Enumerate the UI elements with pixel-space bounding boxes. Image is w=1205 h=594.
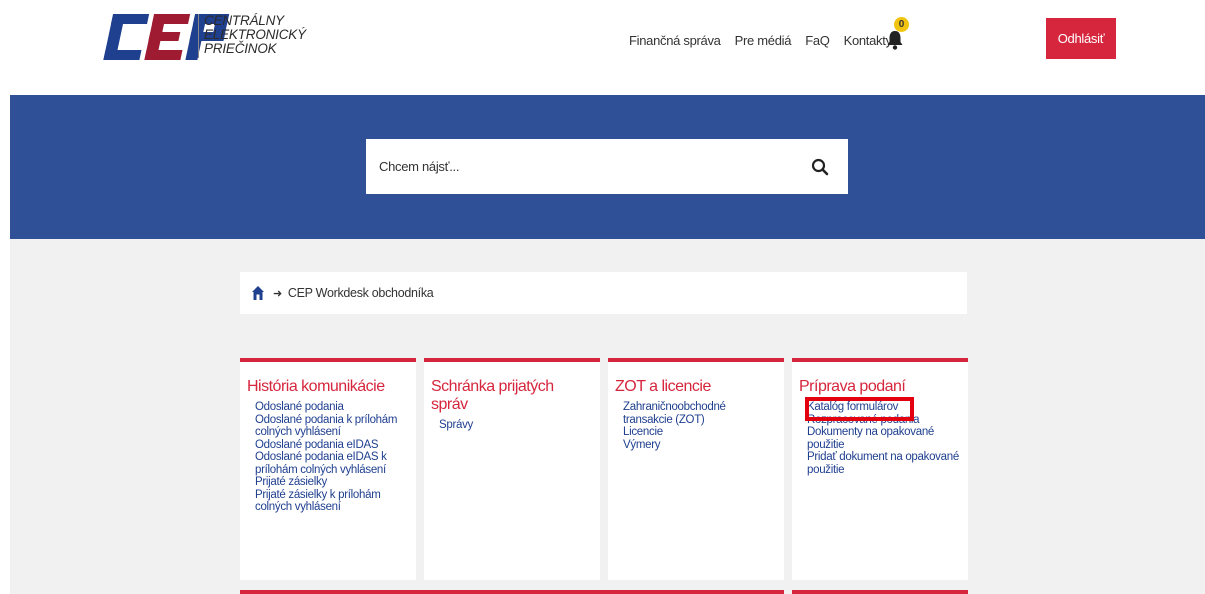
logo-line-1: CENTRÁLNY [204, 13, 284, 28]
card-zot-a-licencie: ZOT a licencie Zahraničnoobchodné transa… [608, 358, 784, 580]
page: CENTRÁLNY ELEKTRONICKÝ PRIEČINOK Finančn… [10, 0, 1205, 594]
link-prijate-zasielky-prilohy[interactable]: Prijaté zásielky k prílohám colných vyhl… [255, 489, 381, 514]
breadcrumb-current: CEP Workdesk obchodníka [287, 286, 434, 300]
link-rozpracovane-podania[interactable]: Rozpracované podania [807, 414, 920, 426]
card-title: História komunikácie [247, 378, 385, 395]
link-zot[interactable]: Zahraničnoobchodné transakcie (ZOT) [623, 401, 726, 426]
notification-badge: 0 [894, 17, 909, 32]
card-historia-komunikacie: História komunikácie Odoslané podania Od… [240, 358, 416, 580]
search-banner [10, 95, 1205, 239]
breadcrumb-arrow-icon: ➜ [273, 287, 282, 300]
search-input[interactable] [377, 158, 810, 175]
card-schranka-prijatych-sprav: Schránka prijatých správ Správy [424, 358, 600, 580]
card-top-border [792, 590, 968, 594]
link-prijate-zasielky[interactable]: Prijaté zásielky [255, 476, 327, 488]
link-odoslane-podania-eidas[interactable]: Odoslané podania eIDAS [255, 439, 378, 451]
card-title: Príprava podaní [799, 378, 906, 395]
logout-button[interactable]: Odhlásiť [1046, 18, 1116, 59]
card-title: Schránka prijatých správ [431, 378, 554, 413]
card-top-border [240, 590, 784, 594]
next-cards-row [240, 590, 968, 594]
card-title: ZOT a licencie [615, 378, 711, 395]
link-licencie[interactable]: Licencie [623, 426, 663, 438]
breadcrumb: ➜ CEP Workdesk obchodníka [240, 272, 967, 314]
search-icon[interactable] [810, 157, 830, 177]
link-odoslane-podania-prilohy[interactable]: Odoslané podania k prílohám colných vyhl… [255, 414, 397, 439]
header: CENTRÁLNY ELEKTRONICKÝ PRIEČINOK Finančn… [10, 0, 1205, 95]
nav-link-faq[interactable]: FaQ [805, 33, 830, 48]
service-cards: História komunikácie Odoslané podania Od… [240, 358, 968, 580]
card-priprava-podani: Príprava podaní Katalóg formulárov Rozpr… [792, 358, 968, 580]
logo-wordmark: CENTRÁLNY ELEKTRONICKÝ PRIEČINOK [204, 14, 344, 56]
search-box [366, 139, 848, 194]
logo-divider [198, 14, 199, 58]
link-vymery[interactable]: Výmery [623, 439, 660, 451]
top-nav: Finančná správa Pre médiá FaQ Kontakty [629, 33, 892, 48]
link-odoslane-podania-eidas-prilohy[interactable]: Odoslané podania eIDAS k prílohám colnýc… [255, 451, 387, 476]
link-katalog-formularov[interactable]: Katalóg formulárov [807, 401, 898, 413]
logo-line-2: ELEKTRONICKÝ [204, 27, 306, 42]
logo-line-3: PRIEČINOK [204, 41, 277, 56]
home-icon[interactable] [251, 285, 265, 301]
link-dokumenty-opakovane-pouzitie[interactable]: Dokumenty na opakované použitie [807, 426, 934, 451]
link-odoslane-podania[interactable]: Odoslané podania [255, 401, 344, 413]
link-spravy[interactable]: Správy [439, 419, 473, 431]
link-pridat-dokument[interactable]: Pridať dokument na opakované použitie [807, 451, 959, 476]
nav-link-pre-media[interactable]: Pre médiá [735, 33, 792, 48]
nav-link-financna-sprava[interactable]: Finančná správa [629, 33, 721, 48]
